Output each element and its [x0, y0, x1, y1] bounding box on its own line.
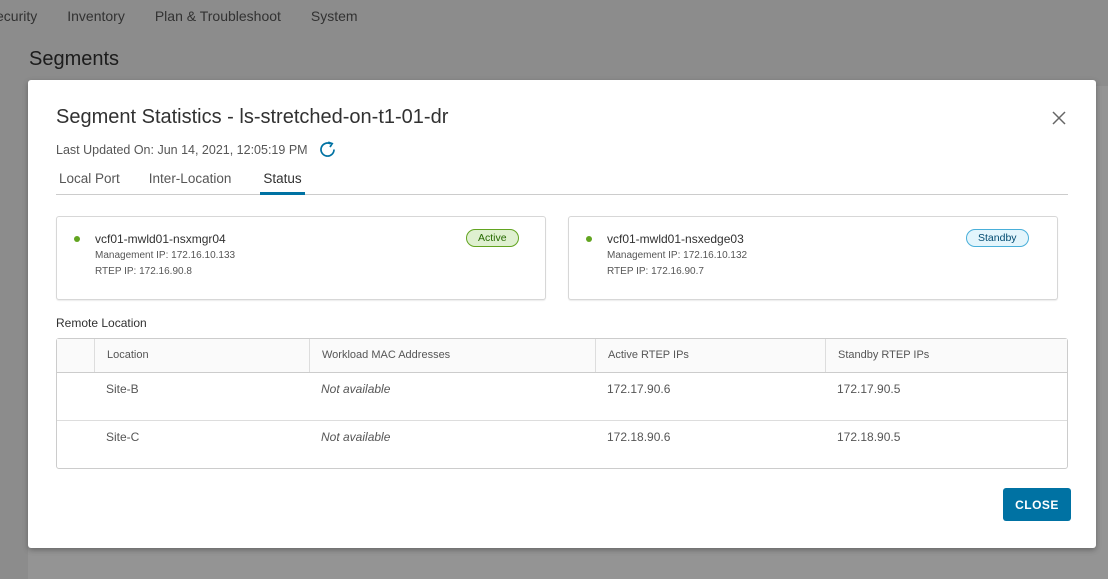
- cell-mac: Not available: [321, 382, 391, 396]
- status-badge: Standby: [966, 229, 1029, 247]
- cell-standby-rtep: 172.17.90.5: [837, 382, 901, 396]
- table-row[interactable]: Site-C Not available 172.18.90.6 172.18.…: [57, 421, 1067, 469]
- dialog-title: Segment Statistics - ls-stretched-on-t1-…: [56, 106, 449, 128]
- tab-inter-location[interactable]: Inter-Location: [149, 168, 232, 195]
- column-header-mac[interactable]: Workload MAC Addresses: [309, 339, 595, 372]
- rtep-ip: RTEP IP: 172.16.90.7: [607, 266, 704, 277]
- management-ip: Management IP: 172.16.10.133: [95, 250, 236, 261]
- tab-status[interactable]: Status: [260, 168, 305, 195]
- management-ip: Management IP: 172.16.10.132: [607, 250, 748, 261]
- cell-active-rtep: 172.17.90.6: [607, 382, 671, 396]
- cell-active-rtep: 172.18.90.6: [607, 430, 671, 444]
- cell-mac: Not available: [321, 430, 391, 444]
- cell-standby-rtep: 172.18.90.5: [837, 430, 901, 444]
- column-header-standby-rtep[interactable]: Standby RTEP IPs: [825, 339, 1069, 372]
- node-card-standby: vcf01-mwld01-nsxedge03 Management IP: 17…: [568, 216, 1058, 300]
- column-header-select: [57, 339, 94, 372]
- status-badge: Active: [466, 229, 519, 247]
- table-header: Location Workload MAC Addresses Active R…: [57, 339, 1067, 373]
- column-header-location[interactable]: Location: [94, 339, 309, 372]
- table-row[interactable]: Site-B Not available 172.17.90.6 172.17.…: [57, 373, 1067, 421]
- status-dot: [586, 236, 592, 242]
- cell-location: Site-B: [106, 382, 139, 396]
- last-updated: Last Updated On: Jun 14, 2021, 12:05:19 …: [56, 140, 338, 160]
- refresh-icon[interactable]: [318, 140, 338, 160]
- remote-location-heading: Remote Location: [56, 316, 147, 330]
- last-updated-text: Last Updated On: Jun 14, 2021, 12:05:19 …: [56, 143, 308, 157]
- rtep-ip: RTEP IP: 172.16.90.8: [95, 266, 192, 277]
- node-name: vcf01-mwld01-nsxedge03: [607, 232, 744, 246]
- remote-location-table: Location Workload MAC Addresses Active R…: [56, 338, 1068, 469]
- tab-bar: Local Port Inter-Location Status: [56, 168, 1068, 195]
- status-dot: [74, 236, 80, 242]
- close-icon[interactable]: [1049, 108, 1069, 128]
- column-header-active-rtep[interactable]: Active RTEP IPs: [595, 339, 825, 372]
- tab-local-port[interactable]: Local Port: [59, 168, 120, 195]
- close-button[interactable]: CLOSE: [1003, 488, 1071, 521]
- segment-statistics-dialog: Segment Statistics - ls-stretched-on-t1-…: [28, 80, 1096, 548]
- node-name: vcf01-mwld01-nsxmgr04: [95, 232, 226, 246]
- node-card-active: vcf01-mwld01-nsxmgr04 Management IP: 172…: [56, 216, 546, 300]
- cell-location: Site-C: [106, 430, 140, 444]
